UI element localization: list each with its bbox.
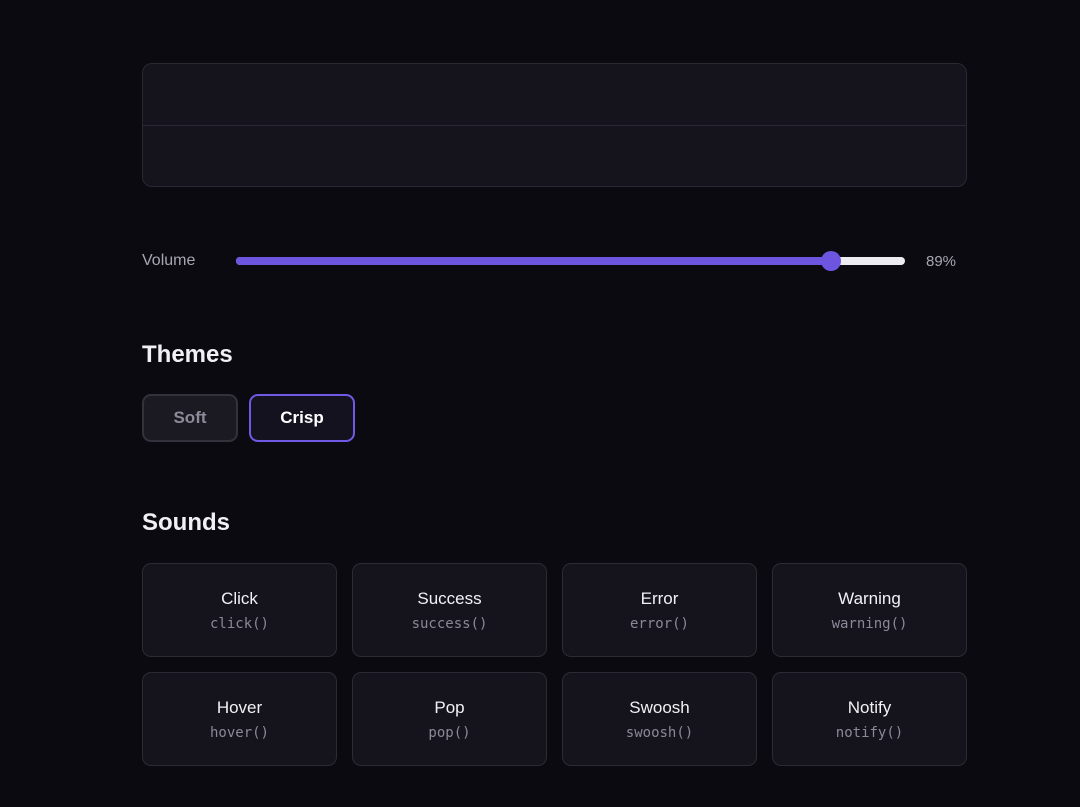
sound-name: Notify (847, 697, 892, 717)
sound-function: warning() (831, 615, 908, 632)
theme-crisp-button[interactable]: Crisp (249, 394, 355, 442)
volume-slider[interactable] (236, 251, 905, 271)
sound-function: click() (209, 615, 269, 632)
theme-options: Soft Crisp (142, 394, 355, 442)
sound-name: Pop (434, 697, 465, 717)
sound-name: Warning (838, 588, 901, 608)
preview-row (143, 125, 966, 186)
preview-panel (142, 63, 967, 187)
sound-card-hover[interactable]: Hover hover() (142, 672, 337, 766)
sound-card-success[interactable]: Success success() (352, 563, 547, 657)
sounds-heading: Sounds (142, 509, 230, 536)
sound-name: Error (640, 588, 679, 608)
sound-card-error[interactable]: Error error() (562, 563, 757, 657)
volume-slider-fill (236, 257, 832, 265)
sound-function: pop() (428, 724, 471, 741)
sound-card-click[interactable]: Click click() (142, 563, 337, 657)
sound-name: Hover (216, 697, 263, 717)
preview-row (143, 64, 966, 125)
sound-card-warning[interactable]: Warning warning() (772, 563, 967, 657)
sound-function: notify() (835, 724, 904, 741)
theme-soft-button[interactable]: Soft (142, 394, 238, 442)
sound-name: Success (417, 588, 482, 608)
sound-name: Click (221, 588, 258, 608)
themes-heading: Themes (142, 341, 233, 368)
sound-card-notify[interactable]: Notify notify() (772, 672, 967, 766)
volume-slider-thumb[interactable] (821, 251, 842, 271)
sound-card-swoosh[interactable]: Swoosh swoosh() (562, 672, 757, 766)
volume-label: Volume (142, 252, 196, 269)
sound-name: Swoosh (629, 697, 690, 717)
sound-function: hover() (209, 724, 269, 741)
sound-settings-page: Volume 89% Themes Soft Crisp Sounds Clic… (0, 0, 1080, 807)
sound-function: success() (411, 615, 488, 632)
sound-function: swoosh() (625, 724, 694, 741)
sound-function: error() (629, 615, 689, 632)
sound-grid: Click click() Success success() Error er… (142, 563, 967, 766)
sound-card-pop[interactable]: Pop pop() (352, 672, 547, 766)
volume-value: 89% (926, 253, 957, 270)
